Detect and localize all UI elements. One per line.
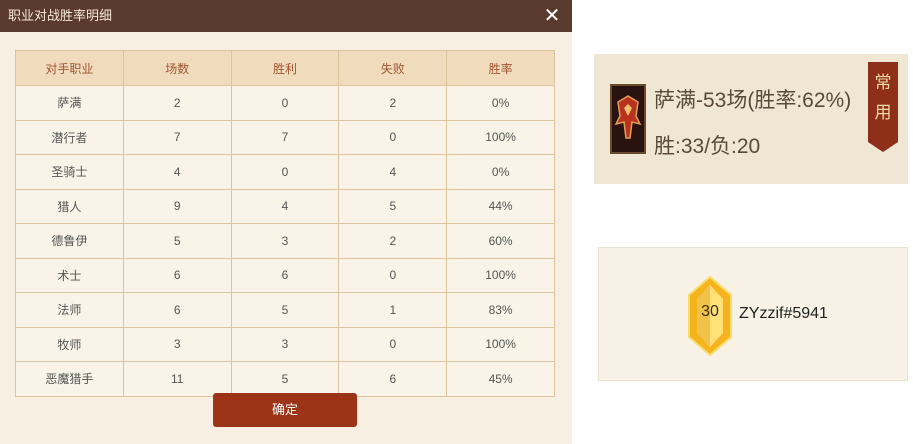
class-summary-text: 萨满-53场(胜率:62%) <box>654 89 852 112</box>
cell-win-rate: 60% <box>446 223 555 259</box>
cell-games: 9 <box>122 188 232 224</box>
frequent-flag-char-2: 用 <box>874 103 892 122</box>
cell-wins: 7 <box>230 119 340 155</box>
table-row: 猎人 9 4 5 44% <box>15 188 555 224</box>
cell-wins: 5 <box>230 361 340 397</box>
header-losses: 失败 <box>338 50 448 86</box>
table-row: 牧师 3 3 0 100% <box>15 326 555 362</box>
cell-win-rate: 83% <box>446 292 555 328</box>
player-card: 30 ZYzzif#5941 <box>598 247 908 381</box>
cell-class: 圣骑士 <box>15 154 124 190</box>
cell-games: 5 <box>122 223 232 259</box>
cell-wins: 3 <box>230 326 340 362</box>
cell-class: 术士 <box>15 257 124 293</box>
cell-win-rate: 100% <box>446 326 555 362</box>
frequent-flag: 常 用 <box>868 62 898 152</box>
cell-losses: 2 <box>338 85 448 121</box>
table-row: 法师 6 5 1 83% <box>15 292 555 328</box>
cell-losses: 0 <box>338 326 448 362</box>
confirm-button[interactable]: 确定 <box>213 393 357 427</box>
cell-win-rate: 0% <box>446 154 555 190</box>
cell-losses: 2 <box>338 223 448 259</box>
cell-class: 德鲁伊 <box>15 223 124 259</box>
rank-level: 30 <box>701 303 719 320</box>
cell-games: 6 <box>122 257 232 293</box>
table-row: 圣骑士 4 0 4 0% <box>15 154 555 190</box>
cell-games: 3 <box>122 326 232 362</box>
cell-wins: 0 <box>230 85 340 121</box>
cell-win-rate: 45% <box>446 361 555 397</box>
cell-class: 恶魔猎手 <box>15 361 124 397</box>
header-win-rate: 胜率 <box>446 50 555 86</box>
table-row: 萨满 2 0 2 0% <box>15 85 555 121</box>
header-wins: 胜利 <box>230 50 340 86</box>
cell-class: 潜行者 <box>15 119 124 155</box>
cell-class: 法师 <box>15 292 124 328</box>
cell-losses: 1 <box>338 292 448 328</box>
shaman-class-icon <box>610 84 646 154</box>
cell-games: 11 <box>122 361 232 397</box>
cell-losses: 6 <box>338 361 448 397</box>
class-record-text: 胜:33/负:20 <box>654 135 761 158</box>
cell-wins: 5 <box>230 292 340 328</box>
frequent-flag-char-1: 常 <box>874 73 892 92</box>
frequent-flag-text: 常 用 <box>868 68 898 128</box>
table-row: 恶魔猎手 11 5 6 45% <box>15 361 555 397</box>
cell-games: 7 <box>122 119 232 155</box>
cell-wins: 6 <box>230 257 340 293</box>
cell-games: 2 <box>122 85 232 121</box>
class-summary-card: 萨满-53场(胜率:62%) 胜:33/负:20 常 用 <box>594 54 908 184</box>
cell-class: 牧师 <box>15 326 124 362</box>
cell-losses: 0 <box>338 257 448 293</box>
table-row: 术士 6 6 0 100% <box>15 257 555 293</box>
cell-games: 6 <box>122 292 232 328</box>
cell-games: 4 <box>122 154 232 190</box>
cell-class: 猎人 <box>15 188 124 224</box>
cell-wins: 3 <box>230 223 340 259</box>
cell-win-rate: 0% <box>446 85 555 121</box>
win-rate-table: 对手职业 场数 胜利 失败 胜率 萨满 2 0 2 0% 潜行者 7 7 0 1… <box>15 50 555 397</box>
cell-wins: 4 <box>230 188 340 224</box>
cell-losses: 0 <box>338 119 448 155</box>
table-header-row: 对手职业 场数 胜利 失败 胜率 <box>15 50 555 86</box>
table-row: 德鲁伊 5 3 2 60% <box>15 223 555 259</box>
dialog-titlebar: 职业对战胜率明细 ✕ <box>0 0 572 32</box>
table-row: 潜行者 7 7 0 100% <box>15 119 555 155</box>
rank-badge-icon: 30 <box>685 275 735 357</box>
player-name: ZYzzif#5941 <box>739 305 828 322</box>
cell-losses: 4 <box>338 154 448 190</box>
cell-win-rate: 100% <box>446 257 555 293</box>
cell-wins: 0 <box>230 154 340 190</box>
header-opponent-class: 对手职业 <box>15 50 124 86</box>
cell-losses: 5 <box>338 188 448 224</box>
header-games: 场数 <box>122 50 232 86</box>
win-rate-dialog: 职业对战胜率明细 ✕ 对手职业 场数 胜利 失败 胜率 萨满 2 0 2 0% … <box>0 0 572 444</box>
cell-win-rate: 100% <box>446 119 555 155</box>
dialog-title: 职业对战胜率明细 <box>8 8 113 23</box>
cell-class: 萨满 <box>15 85 124 121</box>
close-icon[interactable]: ✕ <box>540 0 564 32</box>
cell-win-rate: 44% <box>446 188 555 224</box>
